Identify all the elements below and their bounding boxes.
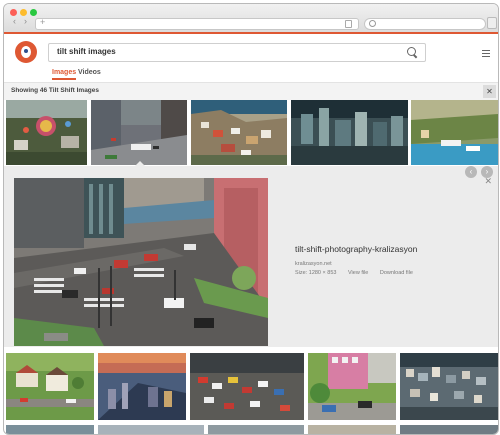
download-file-link[interactable]: Download file	[380, 270, 413, 276]
image-result-thumbnail[interactable]	[6, 353, 94, 420]
image-size: Size: 1280 × 853	[295, 270, 337, 276]
image-result-thumbnail[interactable]	[98, 353, 186, 420]
image-result-thumbnail[interactable]	[208, 425, 304, 434]
search-icon[interactable]	[407, 47, 416, 56]
detail-meta: Size: 1280 × 853 View file Download file	[295, 270, 423, 276]
maximize-window-button[interactable]	[30, 9, 37, 16]
duckduckgo-logo[interactable]	[15, 41, 37, 63]
previous-image-button[interactable]: ‹	[465, 166, 477, 178]
image-result-thumbnail[interactable]	[411, 100, 498, 165]
image-result-thumbnail[interactable]	[308, 425, 396, 434]
lock-icon	[345, 20, 352, 28]
search-query[interactable]: tilt shift images	[57, 47, 116, 56]
address-bar[interactable]: +	[35, 17, 359, 30]
image-result-thumbnail[interactable]	[400, 353, 498, 420]
tab-videos[interactable]: Videos	[78, 69, 101, 76]
detail-source-site[interactable]: kralizasyon.net	[295, 261, 332, 267]
browser-menu-button[interactable]	[487, 17, 497, 29]
search-header: tilt shift images Images Videos	[4, 34, 498, 83]
image-result-thumbnail[interactable]	[191, 100, 287, 165]
close-icon[interactable]: ✕	[483, 85, 496, 98]
results-summary: Showing 46 Tilt Shift Images	[11, 87, 100, 94]
forward-icon[interactable]: ›	[21, 17, 30, 26]
image-result-thumbnail[interactable]	[308, 353, 396, 420]
view-file-link[interactable]: View file	[348, 270, 368, 276]
image-result-thumbnail[interactable]	[400, 425, 498, 434]
image-result-thumbnail[interactable]	[291, 100, 408, 165]
image-result-thumbnail[interactable]	[91, 100, 187, 165]
browser-toolbar: ‹ › +	[4, 4, 498, 33]
image-result-thumbnail[interactable]	[6, 100, 87, 165]
search-icon	[369, 20, 376, 27]
image-detail-panel: tilt-shift-photography-kralizasyon krali…	[4, 166, 498, 347]
search-input[interactable]: tilt shift images	[48, 43, 426, 62]
selected-image[interactable]	[14, 178, 268, 346]
image-result-thumbnail[interactable]	[98, 425, 204, 434]
results-bar: Showing 46 Tilt Shift Images ✕	[4, 83, 498, 100]
back-icon[interactable]: ‹	[10, 17, 19, 26]
tab-images[interactable]: Images	[52, 69, 77, 80]
minimize-window-button[interactable]	[20, 9, 27, 16]
menu-icon[interactable]	[482, 50, 490, 59]
close-window-button[interactable]	[10, 9, 17, 16]
next-image-button[interactable]: ›	[481, 166, 493, 178]
image-result-thumbnail[interactable]	[190, 353, 304, 420]
image-result-thumbnail[interactable]	[6, 425, 94, 434]
new-tab-icon[interactable]: +	[40, 17, 45, 27]
browser-window: ‹ › + tilt shift images Images Videos Sh…	[3, 3, 499, 435]
detail-title[interactable]: tilt-shift-photography-kralizasyon	[295, 244, 417, 254]
browser-search-field[interactable]	[364, 18, 486, 30]
